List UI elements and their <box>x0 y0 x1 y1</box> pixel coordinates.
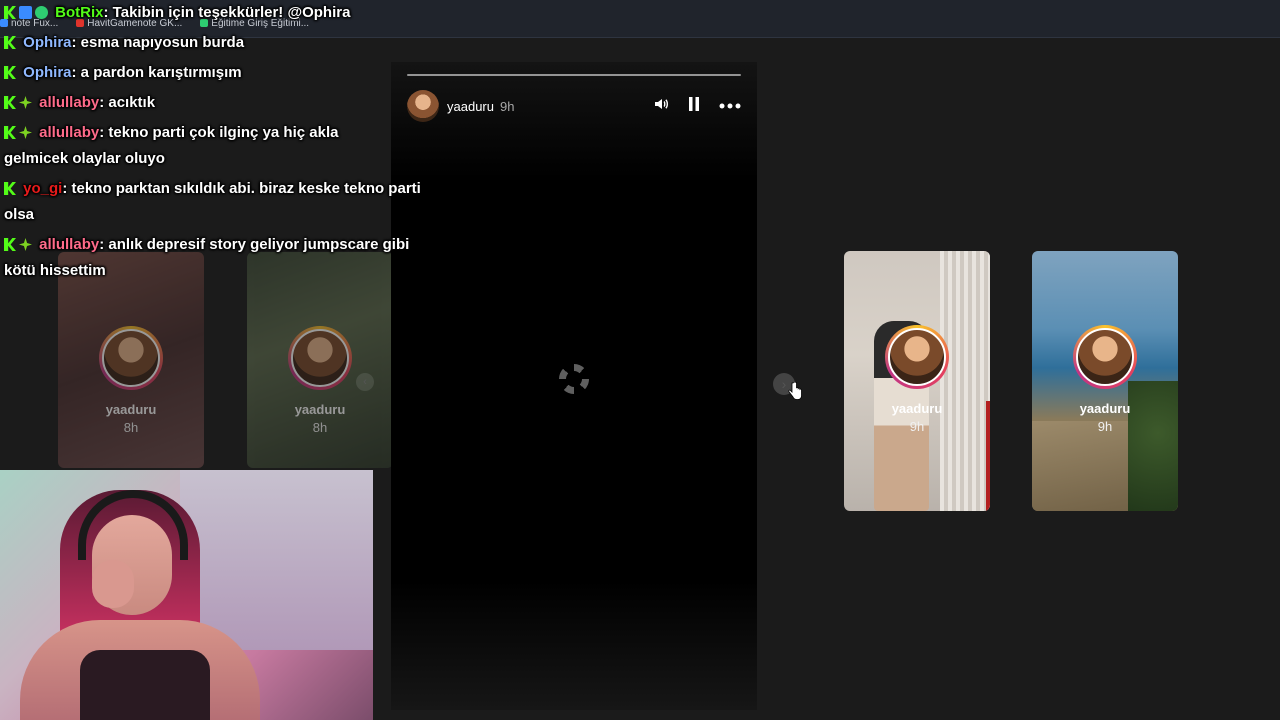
more-icon[interactable] <box>719 98 741 114</box>
kick-badge-icon <box>4 6 16 19</box>
kick-badge-icon <box>4 126 16 139</box>
chat-message: yo_gi: tekno parktan sıkıldık abi. biraz… <box>4 176 429 228</box>
thumbnail-username: yaaduru <box>294 402 346 417</box>
chat-message: allullaby: tekno parti çok ilginç ya hiç… <box>4 120 389 172</box>
story-avatar-ring <box>885 325 949 389</box>
thumbnail-age: 8h <box>312 420 328 435</box>
story-username[interactable]: yaaduru <box>447 99 494 114</box>
kick-badge-icon <box>4 66 16 79</box>
story-thumbnail-4[interactable]: yaaduru 9h <box>1032 251 1178 511</box>
moderator-badge-icon <box>19 6 32 19</box>
story-avatar-ring <box>99 326 163 390</box>
story-progress-bar <box>407 74 741 76</box>
chat-message: Ophira: a pardon karıştırmışım <box>4 60 434 86</box>
chat-text: : Takibin için teşekkürler! @Ophira <box>103 4 351 21</box>
loading-spinner-icon <box>559 364 589 394</box>
chat-username: allullaby <box>39 124 100 141</box>
chat-username: Ophira <box>23 34 72 51</box>
chat-username: yo_gi <box>23 180 63 197</box>
thumbnail-age: 9h <box>1097 419 1113 434</box>
webcam-streamer-top <box>80 650 210 720</box>
story-thumbnail-2[interactable]: yaaduru 8h <box>247 252 393 468</box>
webcam-background <box>180 470 373 650</box>
chat-text: : tekno parktan sıkıldık abi. biraz kesk… <box>4 180 421 223</box>
chevron-left-icon[interactable]: ‹ <box>356 373 374 391</box>
volume-icon[interactable] <box>653 96 669 116</box>
thumbnail-username: yaaduru <box>1079 401 1131 416</box>
thumbnail-edge <box>986 401 990 511</box>
thumbnail-age: 8h <box>123 420 139 435</box>
sparkle-badge-icon <box>19 126 32 139</box>
chat-username: allullaby <box>39 94 100 111</box>
thumbnail-username: yaaduru <box>891 401 943 416</box>
story-avatar-ring <box>1073 325 1137 389</box>
thumbnail-background <box>940 251 990 511</box>
thumbnail-age: 9h <box>909 419 925 434</box>
chat-text: : a pardon karıştırmışım <box>71 64 242 81</box>
chat-message: Ophira: esma napıyosun burda <box>4 30 434 56</box>
story-time: 9h <box>499 98 515 114</box>
webcam-streamer-hand <box>92 560 134 608</box>
sparkle-badge-icon <box>19 238 32 251</box>
webcam-feed <box>0 470 373 720</box>
avatar <box>1076 328 1134 386</box>
kick-badge-icon <box>4 36 16 49</box>
avatar <box>102 329 160 387</box>
thumbnail-username: yaaduru <box>105 402 157 417</box>
kick-badge-icon <box>4 238 16 251</box>
chat-message: allullaby: acıktık <box>4 90 434 116</box>
avatar <box>291 329 349 387</box>
story-controls <box>653 96 741 116</box>
chat-username: BotRix <box>55 4 104 21</box>
avatar <box>888 328 946 386</box>
story-thumbnail-1[interactable]: yaaduru 8h <box>58 252 204 468</box>
kick-badge-icon <box>4 96 16 109</box>
chat-text: : acıktık <box>99 94 156 111</box>
chat-message: BotRix: Takibin için teşekkürler! @Ophir… <box>4 0 434 26</box>
story-viewer[interactable]: yaaduru 9h <box>391 62 757 710</box>
verified-badge-icon <box>35 6 48 19</box>
kick-badge-icon <box>4 182 16 195</box>
chat-message: allullaby: anlık depresif story geliyor … <box>4 232 424 284</box>
sparkle-badge-icon <box>19 96 32 109</box>
story-header: yaaduru 9h <box>407 90 741 122</box>
story-avatar-ring <box>288 326 352 390</box>
story-thumbnail-3[interactable]: yaaduru 9h <box>844 251 990 511</box>
pause-icon[interactable] <box>687 96 701 116</box>
chat-username: Ophira <box>23 64 72 81</box>
chat-text: : esma napıyosun burda <box>71 34 245 51</box>
chat-username: allullaby <box>39 236 100 253</box>
hand-cursor-icon <box>788 382 802 400</box>
